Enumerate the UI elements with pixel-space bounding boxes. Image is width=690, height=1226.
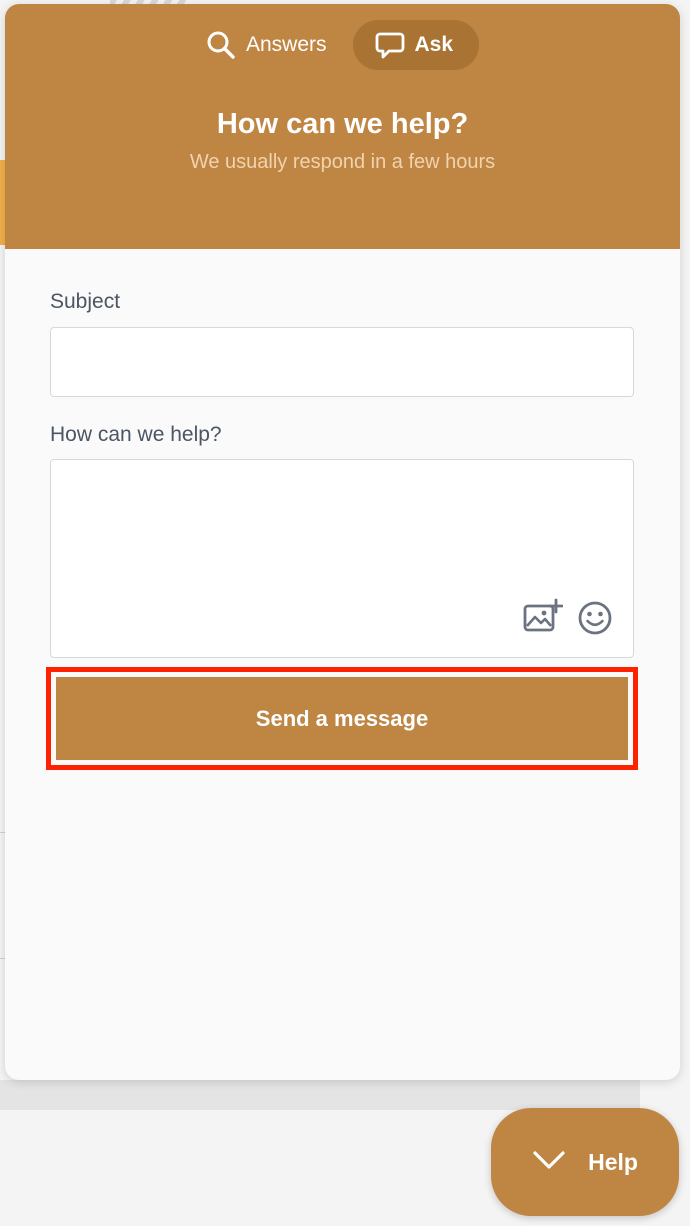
tab-ask[interactable]: Ask (352, 20, 480, 70)
widget-subtitle: We usually respond in a few hours (189, 151, 496, 173)
send-message-button[interactable]: Send a message (56, 677, 628, 760)
help-launcher-button[interactable]: Help (491, 1108, 679, 1216)
help-launcher-label: Help (588, 1148, 638, 1175)
subject-input[interactable] (50, 327, 634, 397)
tab-answers-label: Answers (245, 33, 327, 56)
subject-label: Subject (50, 290, 121, 313)
widget-tabs: Answers Ask (5, 20, 680, 70)
message-label: How can we help? (50, 423, 222, 446)
speech-bubble-icon (375, 30, 405, 60)
chevron-down-icon (532, 1149, 566, 1176)
search-icon (206, 30, 236, 60)
message-box (50, 459, 634, 658)
background-band (0, 1080, 640, 1110)
widget-title: How can we help? (216, 108, 469, 140)
smiley-icon[interactable] (577, 600, 613, 636)
message-textarea[interactable] (51, 460, 633, 590)
widget-header: Answers Ask How can we help? We usually … (5, 4, 680, 249)
tab-answers[interactable]: Answers (206, 20, 327, 70)
add-image-icon[interactable] (523, 598, 564, 636)
tab-ask-label: Ask (414, 33, 454, 56)
support-widget: Answers Ask How can we help? We usually … (5, 4, 680, 1080)
